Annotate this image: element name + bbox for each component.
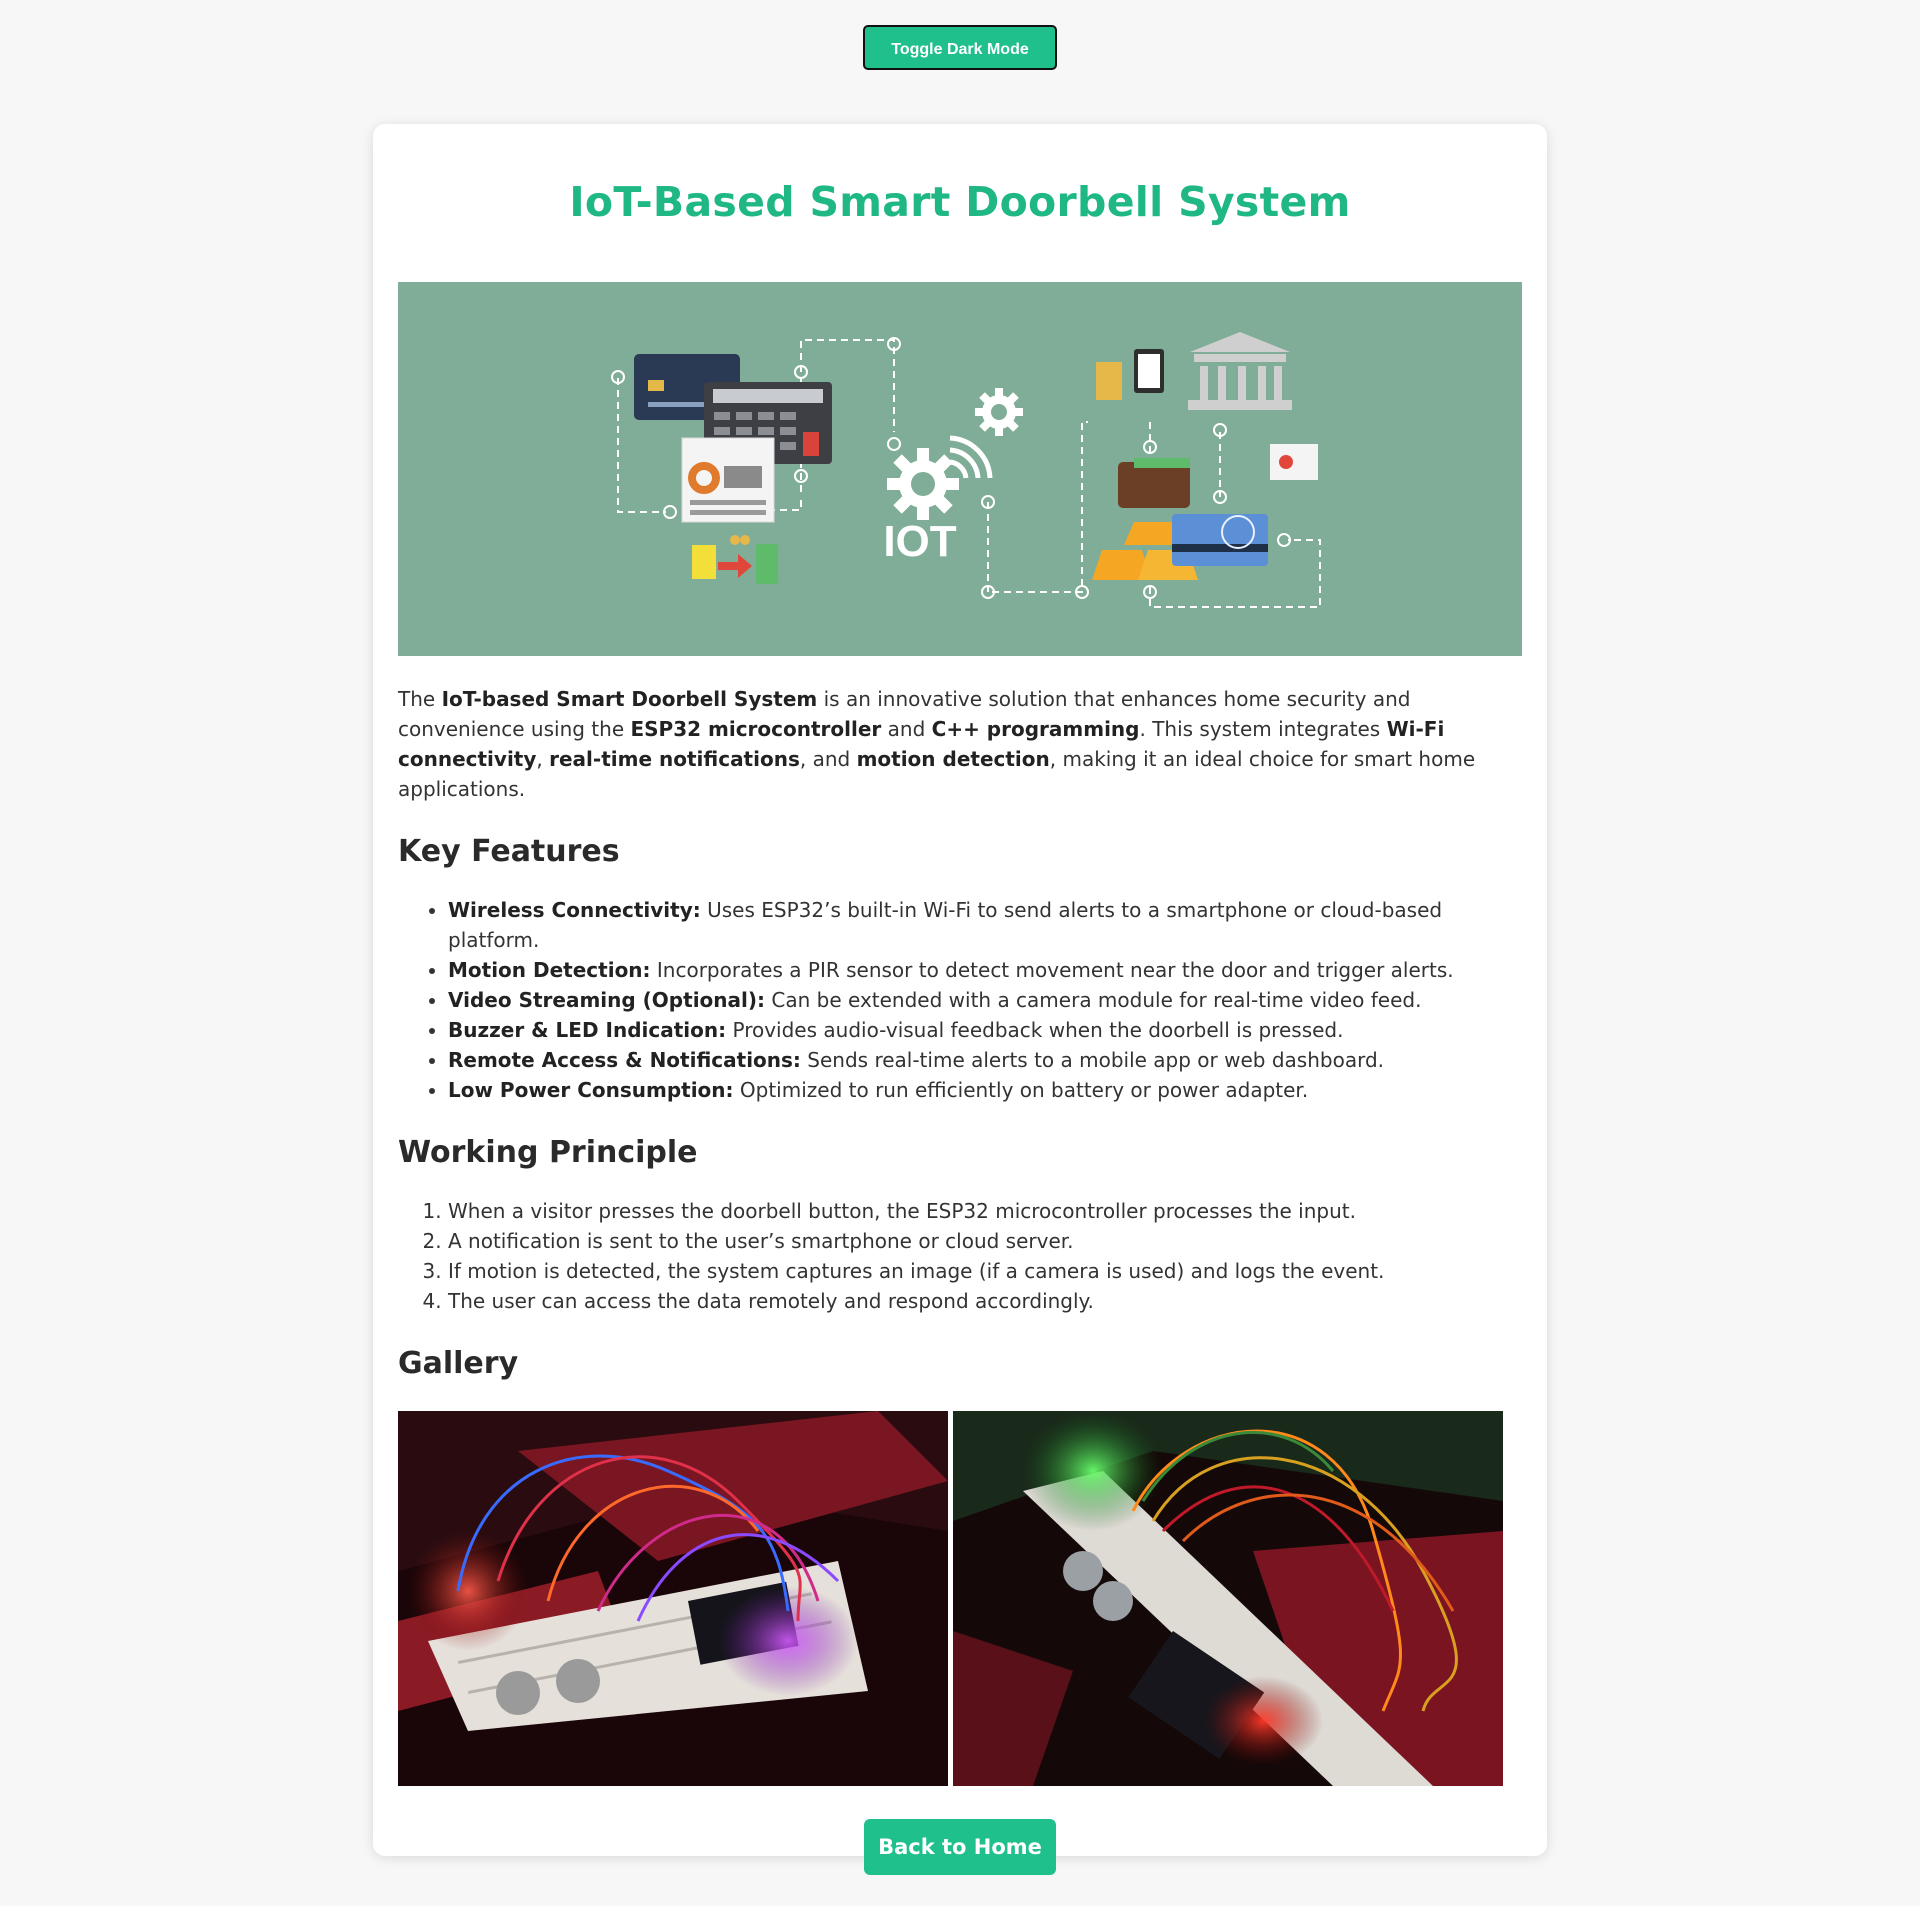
toggle-dark-mode-button[interactable]: Toggle Dark Mode (863, 25, 1057, 70)
toggle-bar: Toggle Dark Mode (0, 0, 1920, 75)
back-to-home-button[interactable]: Back to Home (864, 1819, 1056, 1875)
features-heading: Key Features (398, 834, 620, 869)
breadboard-photo-green-led (953, 1411, 1503, 1786)
list-item: Remote Access & Notifications: Sends rea… (448, 1045, 1522, 1075)
list-item: The user can access the data remotely an… (448, 1286, 1522, 1316)
content-card: IoT-Based Smart Doorbell System IOT The … (373, 124, 1547, 1875)
list-item: A notification is sent to the user’s sma… (448, 1226, 1522, 1256)
iot-illustration: IOT (398, 282, 1522, 656)
list-item: If motion is detected, the system captur… (448, 1256, 1522, 1286)
features-list: Wireless Connectivity: Uses ESP32’s buil… (398, 895, 1522, 1105)
intro-paragraph: The IoT-based Smart Doorbell System is a… (398, 687, 1476, 801)
list-item: Video Streaming (Optional): Can be exten… (448, 985, 1522, 1015)
list-item: When a visitor presses the doorbell butt… (448, 1196, 1522, 1226)
gallery (398, 1411, 1522, 1786)
working-heading: Working Principle (398, 1135, 698, 1170)
list-item: Motion Detection: Incorporates a PIR sen… (448, 955, 1522, 985)
steps-list: When a visitor presses the doorbell butt… (398, 1196, 1522, 1316)
gallery-heading: Gallery (398, 1346, 519, 1381)
page-title: IoT-Based Smart Doorbell System (569, 178, 1351, 226)
list-item: Low Power Consumption: Optimized to run … (448, 1075, 1522, 1105)
breadboard-photo-red-led (398, 1411, 948, 1786)
list-item: Buzzer & LED Indication: Provides audio-… (448, 1015, 1522, 1045)
list-item: Wireless Connectivity: Uses ESP32’s buil… (448, 895, 1522, 955)
svg-text:IOT: IOT (883, 517, 956, 566)
